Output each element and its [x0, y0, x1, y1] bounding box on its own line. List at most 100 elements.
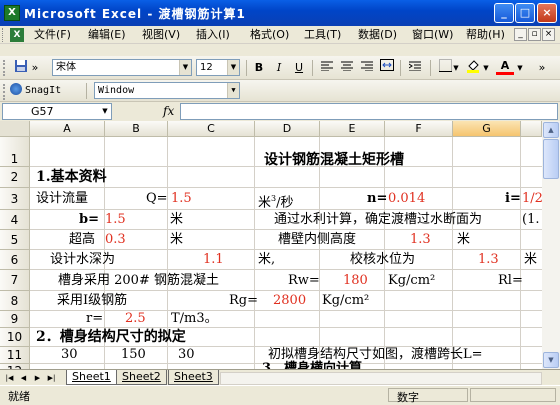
column-header-g[interactable]: G	[453, 121, 521, 137]
indent-icon[interactable]	[406, 59, 424, 77]
scroll-thumb[interactable]	[543, 139, 559, 179]
cell-f7: Kg/cm²	[388, 273, 436, 288]
cell-e6: 校核水位为	[350, 252, 416, 267]
sheet-tab-3[interactable]: Sheet3	[168, 370, 219, 385]
merge-center-icon[interactable]	[378, 59, 396, 77]
title-bar[interactable]: X Microsoft Excel - 渡槽钢筋计算1 _ □ ×	[0, 0, 560, 26]
chevron-down-icon[interactable]: ▼	[227, 60, 239, 75]
column-header-d[interactable]: D	[255, 121, 320, 137]
align-left-icon[interactable]	[318, 59, 336, 77]
font-name-select[interactable]: 宋体 ▼	[52, 59, 192, 76]
align-center-icon[interactable]	[338, 59, 356, 77]
capture-mode-select[interactable]: Window ▼	[94, 82, 240, 99]
cell-h4: (1.	[522, 212, 540, 227]
spreadsheet-grid[interactable]: A B C D E F G 1 2 3 4 5 6 7 8 9 10 11 12	[0, 121, 542, 369]
row-header-1[interactable]: 1	[0, 137, 30, 167]
scroll-down-icon[interactable]: ▼	[543, 352, 559, 368]
chevron-down-icon[interactable]: ▼	[179, 60, 191, 75]
workbook-icon[interactable]: X	[10, 28, 24, 42]
excel-window: X Microsoft Excel - 渡槽钢筋计算1 _ □ × X 文件(F…	[0, 0, 560, 404]
font-color-button[interactable]: A	[496, 59, 514, 75]
row-header-6[interactable]: 6	[0, 250, 30, 270]
cell-b3: Q=	[146, 191, 168, 206]
grid-line	[520, 137, 521, 369]
cell-h6: 米	[524, 252, 538, 267]
font-size-select[interactable]: 12 ▼	[196, 59, 240, 76]
sheet-title: 设计钢筋混凝土矩形槽	[264, 152, 404, 168]
row-header-4[interactable]: 4	[0, 210, 30, 230]
doc-restore-button[interactable]: ▫	[528, 28, 541, 41]
close-button[interactable]: ×	[537, 3, 557, 23]
menu-insert[interactable]: 插入(I)	[196, 28, 230, 42]
column-header-e[interactable]: E	[320, 121, 385, 137]
row-header-7[interactable]: 7	[0, 270, 30, 291]
toolbar-overflow-icon[interactable]: »	[536, 59, 548, 77]
scroll-up-icon[interactable]: ▲	[543, 122, 559, 138]
snagit-button[interactable]: SnagIt	[10, 82, 82, 100]
vertical-scrollbar[interactable]: ▲ ▼	[542, 121, 560, 369]
chevron-down-icon[interactable]: ▼	[227, 83, 239, 98]
menu-format[interactable]: 格式(O)	[250, 28, 289, 42]
column-header-h[interactable]	[521, 121, 542, 137]
last-sheet-icon[interactable]: ▶|	[46, 372, 57, 384]
sheet-tab-2[interactable]: Sheet2	[116, 370, 167, 385]
menu-data[interactable]: 数据(D)	[358, 28, 397, 42]
font-name-value: 宋体	[56, 62, 76, 73]
maximize-button[interactable]: □	[515, 3, 535, 23]
doc-minimize-button[interactable]: _	[514, 28, 527, 41]
cell-d5: 槽壁内侧高度	[278, 232, 357, 247]
fx-icon[interactable]: fx	[163, 104, 174, 118]
formula-bar: G57 ▼ fx	[0, 102, 560, 121]
chevron-down-icon[interactable]: ▼	[482, 59, 490, 77]
excel-app-icon[interactable]: X	[4, 5, 20, 21]
row-header-11[interactable]: 11	[0, 347, 30, 364]
prev-sheet-icon[interactable]: ◀	[18, 372, 29, 384]
chevron-down-icon[interactable]: ▼	[452, 59, 460, 77]
cell-e3: n=	[367, 191, 388, 206]
fill-color-icon[interactable]	[464, 59, 482, 77]
toolbar-chevron-icon[interactable]: »	[30, 59, 40, 77]
save-icon[interactable]	[12, 59, 30, 77]
cell-b9: 2.5	[125, 311, 146, 326]
cell-c3: 1.5	[171, 191, 192, 206]
row-header-8[interactable]: 8	[0, 291, 30, 311]
column-header-f[interactable]: F	[385, 121, 453, 137]
menu-view[interactable]: 视图(V)	[142, 28, 180, 42]
formula-input[interactable]	[180, 103, 558, 120]
horizontal-scrollbar[interactable]	[220, 372, 542, 385]
chevron-down-icon[interactable]: ▼	[516, 59, 524, 77]
sheet-tab-1[interactable]: Sheet1	[66, 370, 117, 385]
menu-edit[interactable]: 编辑(E)	[88, 28, 126, 42]
name-box[interactable]: G57 ▼	[2, 103, 112, 120]
sheet-tab-2-label: Sheet2	[122, 370, 161, 383]
minimize-button[interactable]: _	[494, 3, 514, 23]
menu-file[interactable]: 文件(F)	[34, 28, 71, 42]
cell-a5: 超高	[69, 232, 96, 247]
cell-h3: 1/2	[522, 191, 542, 206]
align-right-icon[interactable]	[358, 59, 376, 77]
next-sheet-icon[interactable]: ▶	[32, 372, 43, 384]
menu-grip[interactable]	[2, 28, 5, 42]
menu-tools[interactable]: 工具(T)	[304, 28, 341, 42]
italic-button[interactable]: I	[270, 59, 288, 77]
first-sheet-icon[interactable]: |◀	[4, 372, 15, 384]
toolbar-grip[interactable]	[3, 84, 7, 100]
menu-help[interactable]: 帮助(H)	[466, 28, 505, 42]
column-header-b[interactable]: B	[105, 121, 168, 137]
cell-d3: 米3/秒	[258, 194, 294, 211]
row-header-2[interactable]: 2	[0, 167, 30, 188]
row-header-3[interactable]: 3	[0, 188, 30, 210]
bold-button[interactable]: B	[250, 59, 268, 77]
underline-button[interactable]: U	[290, 59, 308, 77]
row-header-9[interactable]: 9	[0, 311, 30, 328]
doc-close-button[interactable]: ×	[542, 28, 555, 41]
column-header-c[interactable]: C	[168, 121, 255, 137]
row-header-10[interactable]: 10	[0, 328, 30, 347]
select-all-corner[interactable]	[0, 121, 30, 137]
toolbar-grip[interactable]	[3, 60, 7, 76]
column-header-a[interactable]: A	[30, 121, 105, 137]
chevron-down-icon[interactable]: ▼	[99, 104, 111, 119]
menu-window[interactable]: 窗口(W)	[412, 28, 453, 42]
row-header-5[interactable]: 5	[0, 230, 30, 250]
cell-d4: 通过水利计算，确定渡槽过水断面为	[274, 212, 483, 227]
